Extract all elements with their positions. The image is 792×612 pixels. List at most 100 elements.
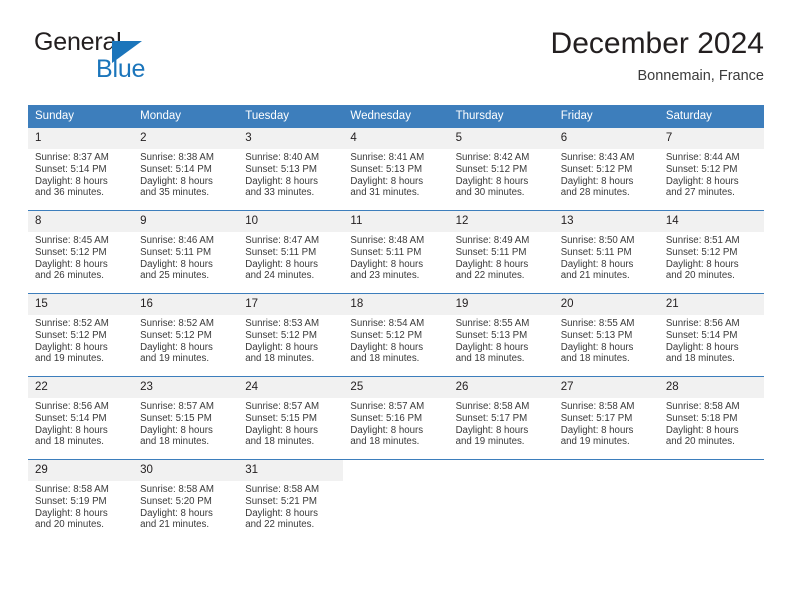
day-daylight-line: Daylight: 8 hours [245, 507, 318, 519]
calendar-day-cell[interactable]: 28 Sunrise: 8:58 AM Sunset: 5:18 PM Dayligh… [658, 376, 764, 460]
day-daylight-line: Daylight: 8 hours [665, 175, 739, 187]
day-number: 1 [28, 128, 134, 149]
day-sunset-line: Sunset: 5:11 PM [245, 246, 317, 258]
day-daylight-line: Daylight: 8 hours [350, 258, 424, 270]
day-daylight-line: and 30 minutes. [455, 187, 525, 199]
day-number: 22 [28, 377, 134, 398]
day-cell-inner [553, 460, 659, 542]
calendar-week-row: 22 Sunrise: 8:56 AM Sunset: 5:14 PM Dayligh… [28, 376, 764, 460]
day-sunset-line: Sunset: 5:14 PM [35, 163, 107, 175]
day-number: 13 [553, 211, 659, 232]
calendar-day-cell[interactable]: 6 Sunrise: 8:43 AM Sunset: 5:12 PM Daylight… [553, 127, 659, 211]
calendar-day-cell[interactable]: 11 Sunrise: 8:48 AM Sunset: 5:11 PM Dayligh… [343, 210, 449, 294]
day-daylight-line: Daylight: 8 hours [455, 175, 529, 187]
day-cell-inner: 30 Sunrise: 8:58 AM Sunset: 5:20 PM Dayligh… [133, 460, 239, 542]
day-number: 18 [343, 294, 449, 315]
day-number [448, 460, 554, 481]
day-daylight-line: and 19 minutes. [560, 436, 630, 448]
day-daylight-line: and 28 minutes. [560, 187, 630, 199]
day-number: 31 [238, 460, 344, 481]
day-number: 28 [658, 377, 764, 398]
page-header: General Blue December 2024 Bonnemain, Fr… [28, 26, 764, 96]
day-daylight-line: Daylight: 8 hours [560, 258, 634, 270]
calendar-day-cell[interactable]: 3 Sunrise: 8:40 AM Sunset: 5:13 PM Daylight… [238, 127, 344, 211]
day-cell-inner: 3 Sunrise: 8:40 AM Sunset: 5:13 PM Daylight… [238, 128, 344, 210]
day-cell-inner: 7 Sunrise: 8:44 AM Sunset: 5:12 PM Daylight… [658, 128, 764, 210]
day-daylight-line: Daylight: 8 hours [560, 341, 634, 353]
day-details: Sunrise: 8:47 AM Sunset: 5:11 PM Daylight:… [238, 232, 343, 282]
calendar-day-cell[interactable]: 5 Sunrise: 8:42 AM Sunset: 5:12 PM Daylight… [448, 127, 554, 211]
calendar-day-cell[interactable]: 19 Sunrise: 8:55 AM Sunset: 5:13 PM Dayligh… [448, 293, 554, 377]
day-sunset-line: Sunset: 5:12 PM [665, 246, 738, 258]
calendar-day-cell[interactable]: 29 Sunrise: 8:58 AM Sunset: 5:19 PM Dayligh… [28, 459, 134, 542]
calendar-day-cell[interactable]: 17 Sunrise: 8:53 AM Sunset: 5:12 PM Dayligh… [238, 293, 344, 377]
day-daylight-line: and 21 minutes. [560, 270, 630, 282]
day-daylight-line: Daylight: 8 hours [140, 507, 213, 519]
calendar-day-cell[interactable]: 16 Sunrise: 8:52 AM Sunset: 5:12 PM Dayligh… [133, 293, 239, 377]
day-details: Sunrise: 8:43 AM Sunset: 5:12 PM Daylight:… [554, 149, 659, 199]
weekday-header-monday: Monday [133, 105, 239, 128]
calendar-day-cell[interactable]: 22 Sunrise: 8:56 AM Sunset: 5:14 PM Dayligh… [28, 376, 134, 460]
calendar-day-cell[interactable]: 21 Sunrise: 8:56 AM Sunset: 5:14 PM Dayligh… [658, 293, 764, 377]
calendar-day-cell[interactable]: 13 Sunrise: 8:50 AM Sunset: 5:11 PM Dayligh… [553, 210, 659, 294]
day-daylight-line: and 21 minutes. [140, 519, 210, 531]
day-daylight-line: Daylight: 8 hours [245, 175, 318, 187]
weekday-header-thursday: Thursday [448, 105, 554, 128]
day-details: Sunrise: 8:58 AM Sunset: 5:19 PM Daylight:… [28, 481, 133, 531]
calendar-day-cell[interactable]: 27 Sunrise: 8:58 AM Sunset: 5:17 PM Dayligh… [553, 376, 659, 460]
day-sunrise-line: Sunrise: 8:55 AM [455, 318, 530, 329]
day-cell-inner: 9 Sunrise: 8:46 AM Sunset: 5:11 PM Daylight… [133, 211, 239, 293]
day-number: 6 [553, 128, 659, 149]
day-cell-inner: 5 Sunrise: 8:42 AM Sunset: 5:12 PM Daylight… [448, 128, 554, 210]
calendar-day-cell[interactable]: 8 Sunrise: 8:45 AM Sunset: 5:12 PM Daylight… [28, 210, 134, 294]
day-number: 5 [448, 128, 554, 149]
day-details: Sunrise: 8:58 AM Sunset: 5:17 PM Daylight:… [554, 398, 659, 448]
calendar-day-cell[interactable]: 25 Sunrise: 8:57 AM Sunset: 5:16 PM Dayligh… [343, 376, 449, 460]
calendar-day-cell[interactable]: 9 Sunrise: 8:46 AM Sunset: 5:11 PM Daylight… [133, 210, 239, 294]
calendar-day-cell[interactable]: 2 Sunrise: 8:38 AM Sunset: 5:14 PM Daylight… [133, 127, 239, 211]
day-details: Sunrise: 8:51 AM Sunset: 5:12 PM Daylight:… [659, 232, 764, 282]
day-daylight-line: and 23 minutes. [350, 270, 420, 282]
day-sunrise-line: Sunrise: 8:58 AM [245, 484, 320, 495]
day-details: Sunrise: 8:42 AM Sunset: 5:12 PM Daylight:… [449, 149, 554, 199]
day-number: 17 [238, 294, 344, 315]
calendar-day-cell[interactable]: 7 Sunrise: 8:44 AM Sunset: 5:12 PM Daylight… [658, 127, 764, 211]
calendar-day-cell[interactable]: 23 Sunrise: 8:57 AM Sunset: 5:15 PM Dayligh… [133, 376, 239, 460]
day-daylight-line: and 18 minutes. [665, 353, 735, 365]
day-daylight-line: Daylight: 8 hours [140, 258, 213, 270]
day-number: 3 [238, 128, 344, 149]
day-daylight-line: Daylight: 8 hours [140, 424, 213, 436]
day-details: Sunrise: 8:38 AM Sunset: 5:14 PM Daylight:… [133, 149, 238, 199]
calendar-day-cell[interactable]: 1 Sunrise: 8:37 AM Sunset: 5:14 PM Daylight… [28, 127, 134, 211]
day-details: Sunrise: 8:58 AM Sunset: 5:21 PM Daylight:… [238, 481, 343, 531]
calendar-day-cell[interactable]: 12 Sunrise: 8:49 AM Sunset: 5:11 PM Dayligh… [448, 210, 554, 294]
calendar-day-cell[interactable]: 26 Sunrise: 8:58 AM Sunset: 5:17 PM Dayligh… [448, 376, 554, 460]
calendar-week-row: 1 Sunrise: 8:37 AM Sunset: 5:14 PM Daylight… [28, 127, 764, 211]
day-daylight-line: Daylight: 8 hours [455, 341, 529, 353]
calendar-day-cell[interactable]: 20 Sunrise: 8:55 AM Sunset: 5:13 PM Dayligh… [553, 293, 659, 377]
day-daylight-line: and 18 minutes. [350, 353, 420, 365]
day-cell-inner: 13 Sunrise: 8:50 AM Sunset: 5:11 PM Dayligh… [553, 211, 659, 293]
calendar-day-cell[interactable]: 18 Sunrise: 8:54 AM Sunset: 5:12 PM Dayligh… [343, 293, 449, 377]
calendar-day-cell[interactable]: 24 Sunrise: 8:57 AM Sunset: 5:15 PM Dayligh… [238, 376, 344, 460]
calendar-day-cell[interactable]: 30 Sunrise: 8:58 AM Sunset: 5:20 PM Dayligh… [133, 459, 239, 542]
day-cell-inner: 22 Sunrise: 8:56 AM Sunset: 5:14 PM Dayligh… [28, 377, 134, 459]
calendar-day-cell[interactable]: 10 Sunrise: 8:47 AM Sunset: 5:11 PM Dayligh… [238, 210, 344, 294]
calendar-day-cell[interactable]: 14 Sunrise: 8:51 AM Sunset: 5:12 PM Dayligh… [658, 210, 764, 294]
day-sunset-line: Sunset: 5:12 PM [350, 329, 423, 341]
day-number: 2 [133, 128, 239, 149]
day-cell-inner: 28 Sunrise: 8:58 AM Sunset: 5:18 PM Dayligh… [658, 377, 764, 459]
day-sunset-line: Sunset: 5:11 PM [560, 246, 632, 258]
calendar-day-cell[interactable]: 4 Sunrise: 8:41 AM Sunset: 5:13 PM Daylight… [343, 127, 449, 211]
day-cell-inner: 8 Sunrise: 8:45 AM Sunset: 5:12 PM Daylight… [28, 211, 134, 293]
calendar-header-row: Sunday Monday Tuesday Wednesday Thursday… [28, 105, 764, 128]
calendar-day-cell[interactable]: 31 Sunrise: 8:58 AM Sunset: 5:21 PM Dayligh… [238, 459, 344, 542]
day-sunset-line: Sunset: 5:13 PM [560, 329, 633, 341]
day-daylight-line: and 18 minutes. [35, 436, 104, 448]
day-daylight-line: and 18 minutes. [455, 353, 525, 365]
calendar-day-cell[interactable]: 15 Sunrise: 8:52 AM Sunset: 5:12 PM Dayligh… [28, 293, 134, 377]
day-daylight-line: Daylight: 8 hours [35, 507, 108, 519]
day-sunset-line: Sunset: 5:12 PM [245, 329, 317, 341]
day-daylight-line: Daylight: 8 hours [245, 424, 318, 436]
calendar-day-cell [658, 459, 764, 542]
